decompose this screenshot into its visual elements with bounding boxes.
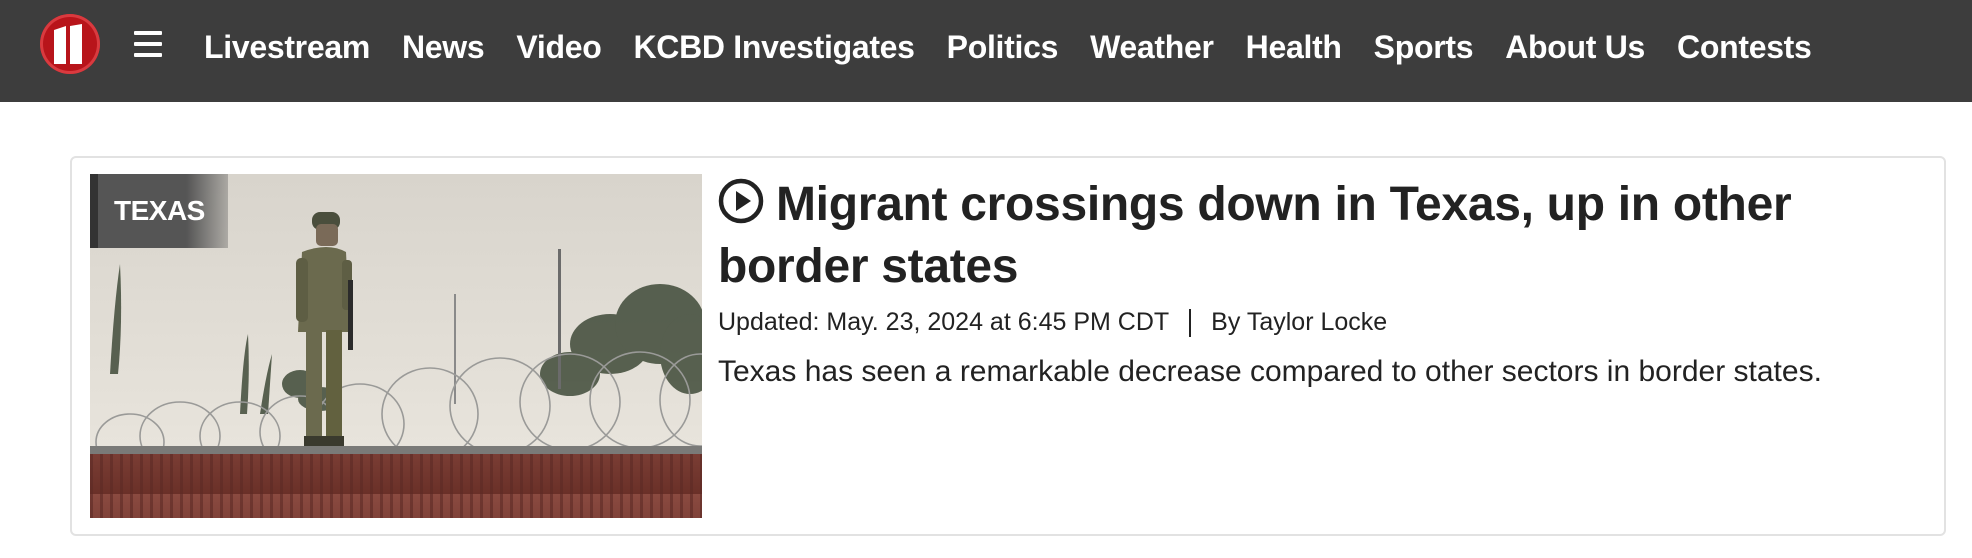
article-thumbnail[interactable]: TEXAS (90, 174, 702, 518)
nav-item-sports[interactable]: Sports (1374, 29, 1474, 66)
article-summary: Texas has seen a remarkable decrease com… (718, 355, 1822, 388)
nav-item-livestream[interactable]: Livestream (204, 29, 370, 66)
hamburger-menu-icon[interactable] (132, 28, 164, 60)
nav-item-weather[interactable]: Weather (1090, 29, 1214, 66)
article-content: Migrant crossings down in Texas, up in o… (718, 176, 1918, 391)
nav-item-health[interactable]: Health (1246, 29, 1342, 66)
nav-item-politics[interactable]: Politics (947, 29, 1059, 66)
nav-item-news[interactable]: News (402, 29, 485, 66)
nav-item-kcbd-investigates[interactable]: KCBD Investigates (633, 29, 915, 66)
meta-divider (1189, 308, 1192, 337)
kcbd-11-logo-icon[interactable] (40, 14, 100, 74)
nav-item-video[interactable]: Video (516, 29, 601, 66)
main-nav: Livestream News Video KCBD Investigates … (204, 0, 1844, 94)
updated-timestamp: Updated: May. 23, 2024 at 6:45 PM CDT (718, 308, 1170, 336)
article-meta: Updated: May. 23, 2024 at 6:45 PM CDT By… (718, 308, 1918, 337)
top-navigation-bar: Livestream News Video KCBD Investigates … (0, 0, 1972, 102)
nav-item-contests[interactable]: Contests (1677, 29, 1812, 66)
author-byline-link[interactable]: By Taylor Locke (1211, 308, 1387, 337)
play-circle-icon (718, 178, 764, 238)
article-headline: Migrant crossings down in Texas, up in o… (718, 178, 1792, 293)
article-card: TEXAS Migrant crossings down in Texas, u… (70, 156, 1946, 536)
nav-item-about-us[interactable]: About Us (1505, 29, 1645, 66)
article-headline-link[interactable]: Migrant crossings down in Texas, up in o… (718, 176, 1918, 296)
category-badge[interactable]: TEXAS (90, 174, 228, 248)
